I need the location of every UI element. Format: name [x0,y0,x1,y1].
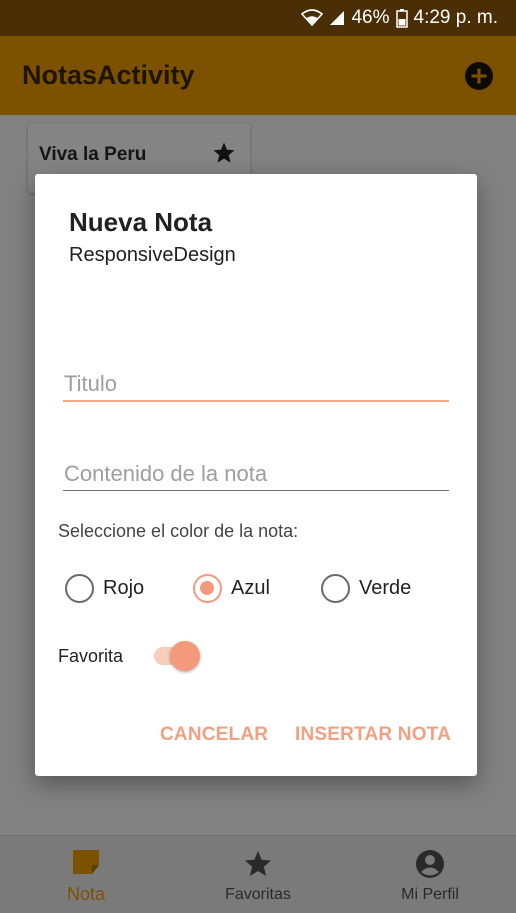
wifi-icon [301,9,324,27]
insert-note-button[interactable]: INSERTAR NOTA [295,724,451,746]
radio-label: Azul [231,577,270,599]
nav-label: Favoritas [225,886,291,903]
color-radio-group: Rojo Azul Verde [65,574,455,608]
switch-thumb [170,641,200,671]
signal-icon [329,10,345,26]
cancel-button[interactable]: CANCELAR [160,724,268,746]
new-note-dialog: Nueva Nota ResponsiveDesign Seleccione e… [35,174,477,776]
status-time: 4:29 p. m. [413,7,499,28]
radio-label: Rojo [103,577,145,599]
app-title: NotasActivity [22,60,195,90]
note-title: Viva la Peru [39,144,147,165]
app-bar: NotasActivity [0,36,516,115]
status-bar: 46% 4:29 p. m. [0,0,516,36]
radio-verde[interactable]: Verde [321,574,411,603]
radio-circle [65,574,94,603]
nav-label: Mi Perfil [401,886,459,903]
radio-circle [321,574,350,603]
battery-percent: 46% [351,7,390,28]
favorite-switch[interactable] [153,639,201,673]
dialog-title: Nueva Nota [69,207,213,237]
star-icon[interactable] [212,141,236,165]
battery-icon [395,8,408,28]
favorite-label: Favorita [58,646,124,666]
radio-azul[interactable]: Azul [193,574,270,603]
nav-item-favoritas[interactable]: Favoritas [172,836,344,913]
nav-item-nota[interactable]: Nota [0,836,172,913]
title-input[interactable] [63,368,449,402]
add-circle-icon[interactable] [464,61,494,91]
nav-label: Nota [66,884,106,904]
nav-item-mi-perfil[interactable]: Mi Perfil [344,836,516,913]
note-icon [73,850,99,874]
account-circle-icon [416,850,444,878]
dialog-subtitle: ResponsiveDesign [69,244,236,266]
star-icon [244,850,272,876]
content-input[interactable] [63,457,449,491]
radio-label: Verde [359,577,412,599]
radio-circle [193,574,222,603]
radio-rojo[interactable]: Rojo [65,574,144,603]
bottom-navigation: Nota Favoritas Mi Perfil [0,835,516,913]
color-label: Seleccione el color de la nota: [58,521,299,541]
